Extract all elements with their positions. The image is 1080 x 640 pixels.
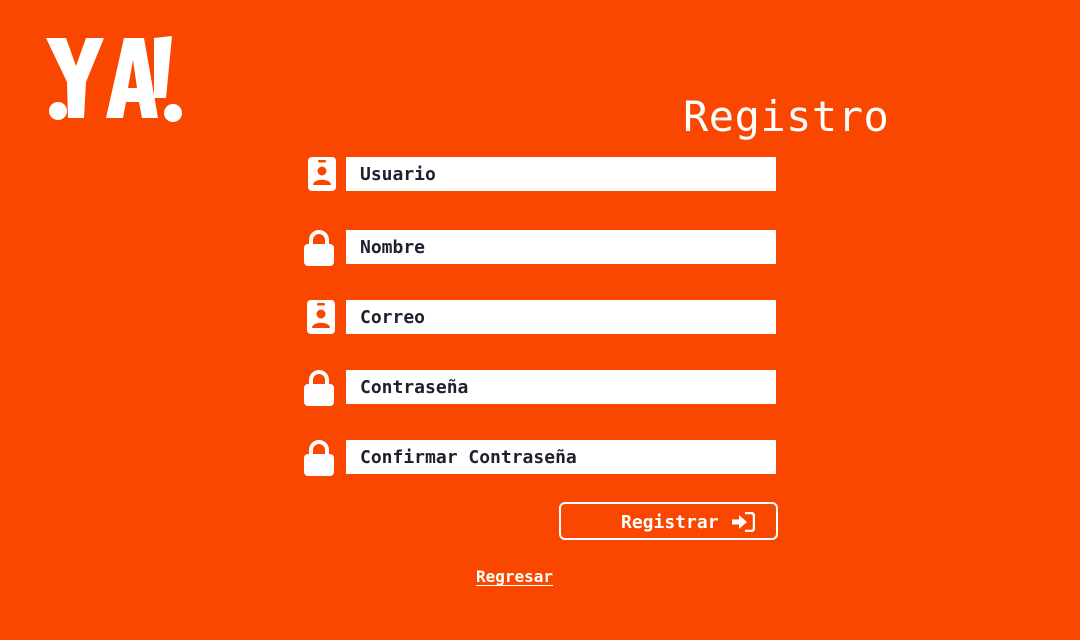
lock-icon bbox=[304, 230, 340, 266]
field-row-password bbox=[300, 370, 780, 406]
register-button-label: Registrar bbox=[621, 512, 719, 533]
username-field[interactable] bbox=[346, 157, 776, 191]
field-row-correo bbox=[300, 300, 780, 336]
sign-in-icon bbox=[731, 511, 756, 533]
confirm-password-field[interactable] bbox=[346, 440, 776, 474]
name-field[interactable] bbox=[346, 230, 776, 264]
page-title: Registro bbox=[683, 92, 890, 141]
password-field[interactable] bbox=[346, 370, 776, 404]
back-link[interactable]: Regresar bbox=[476, 567, 553, 586]
field-row-usuario bbox=[300, 157, 780, 193]
email-field[interactable] bbox=[346, 300, 776, 334]
id-badge-icon bbox=[308, 157, 344, 193]
brand-logo-mark bbox=[46, 36, 182, 122]
lock-icon bbox=[304, 370, 340, 406]
id-badge-icon bbox=[307, 300, 343, 336]
lock-icon bbox=[304, 440, 340, 476]
brand-logo bbox=[44, 34, 184, 124]
field-row-confirm-password bbox=[300, 440, 780, 476]
field-row-nombre bbox=[300, 230, 780, 266]
register-button[interactable]: Registrar bbox=[559, 502, 778, 540]
